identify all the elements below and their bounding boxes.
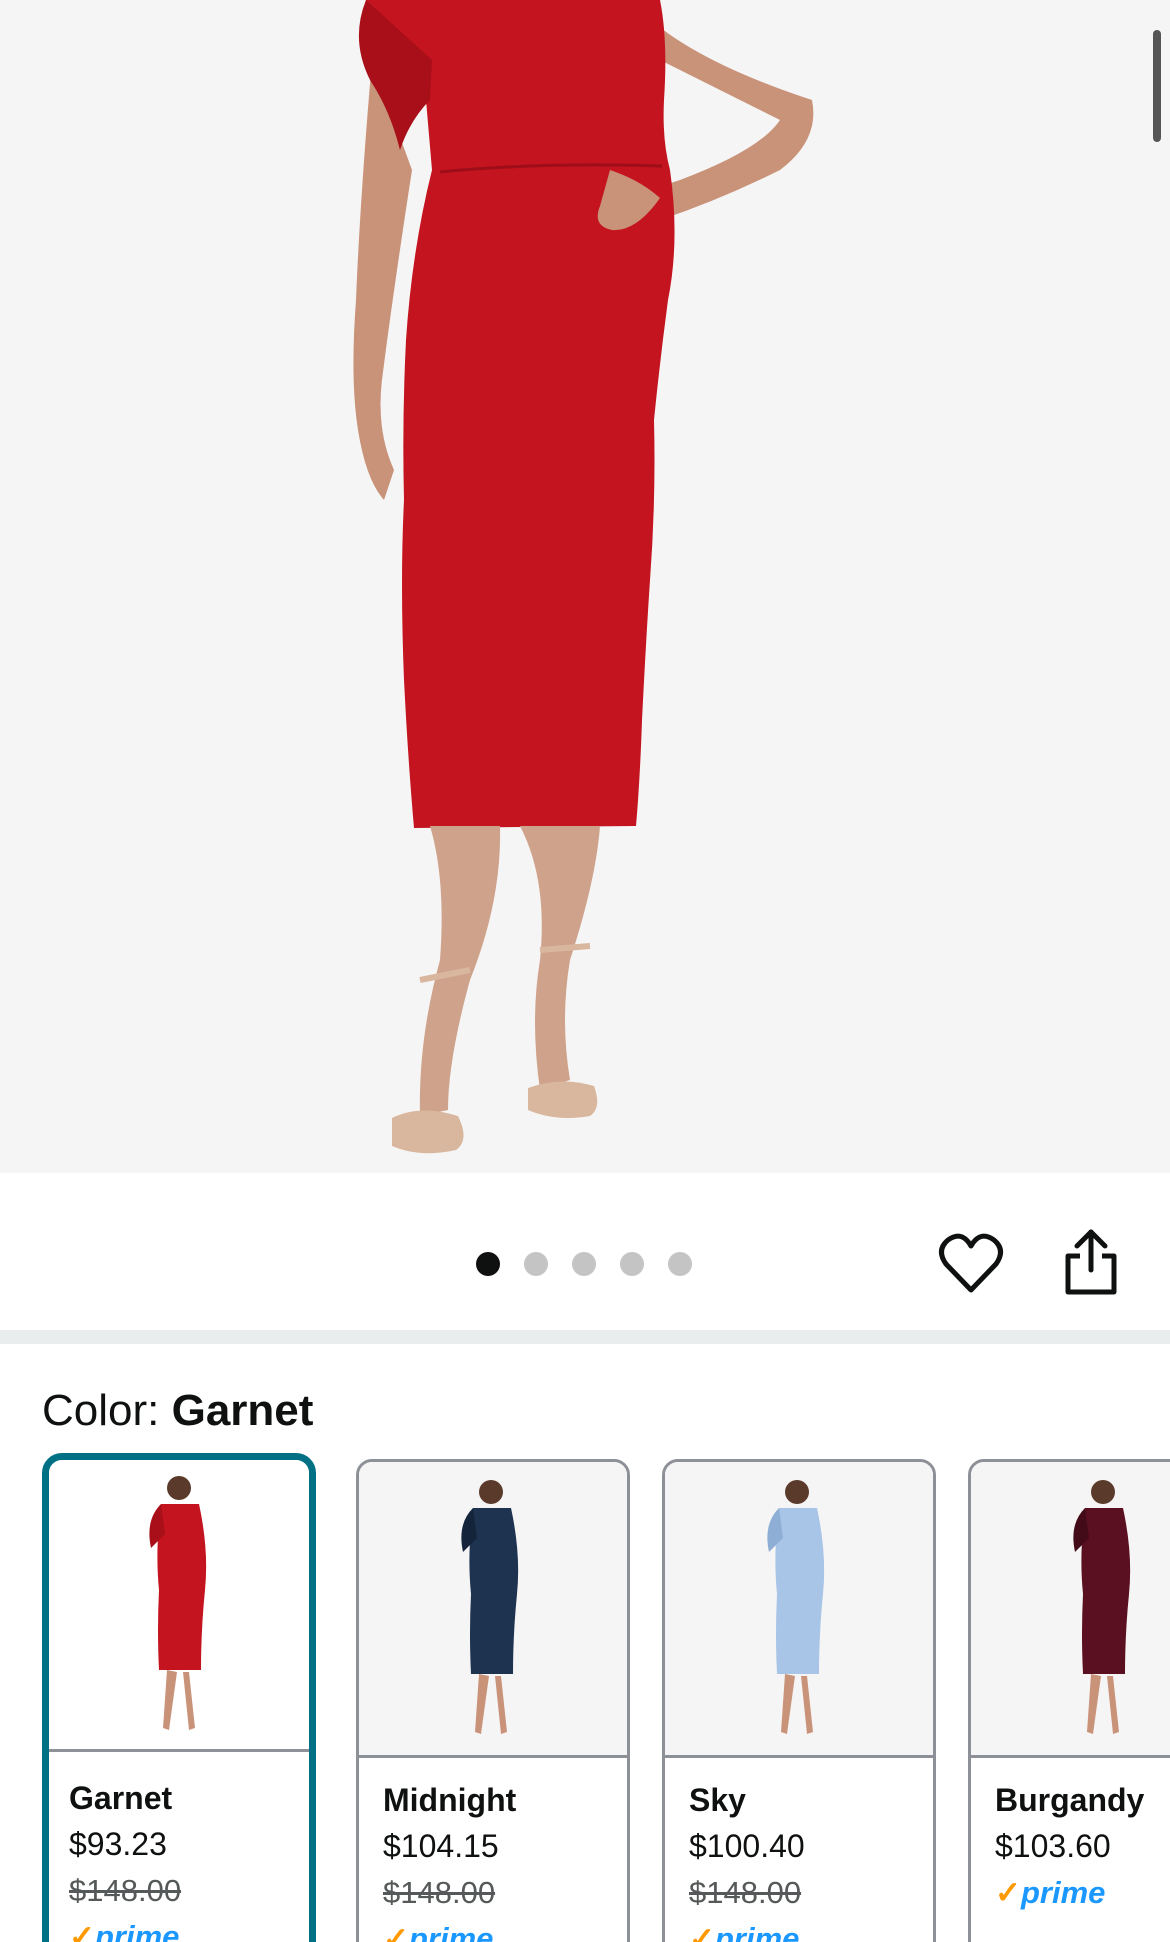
heart-outline-icon — [939, 1233, 1003, 1293]
share-button[interactable] — [1062, 1228, 1120, 1296]
carousel-dot-4[interactable] — [620, 1252, 644, 1276]
carousel-dot-5[interactable] — [668, 1252, 692, 1276]
carousel-dot-3[interactable] — [572, 1252, 596, 1276]
prime-check-icon: ✓ — [689, 1921, 715, 1942]
color-option-burgandy[interactable]: Burgandy $103.60 ✓prime — [968, 1459, 1170, 1942]
swatch-list-price: $148.00 — [689, 1875, 802, 1910]
favorite-button[interactable] — [938, 1232, 1004, 1296]
prime-badge: ✓prime — [69, 1914, 181, 1942]
prime-badge: ✓prime — [689, 1916, 805, 1942]
swatch-name: Garnet — [69, 1780, 173, 1816]
carousel-dots — [476, 1252, 692, 1276]
product-main-image[interactable] — [0, 0, 1170, 1173]
prime-check-icon: ✓ — [383, 1921, 409, 1942]
color-option-sky[interactable]: Sky $100.40 $148.00 ✓prime — [662, 1459, 936, 1942]
swatch-price: $104.15 — [383, 1828, 499, 1864]
red-dress-photo — [353, 0, 814, 1154]
swatch-image — [971, 1462, 1170, 1758]
prime-badge: ✓prime — [995, 1875, 1106, 1910]
color-option-garnet[interactable]: Garnet $93.23 $148.00 ✓prime — [42, 1453, 316, 1942]
swatch-price: $100.40 — [689, 1828, 805, 1864]
swatch-name: Sky — [689, 1782, 746, 1818]
prime-badge: ✓prime — [383, 1916, 516, 1942]
carousel-dot-1[interactable] — [476, 1252, 500, 1276]
swatch-list-price: $148.00 — [383, 1875, 496, 1910]
carousel-dot-2[interactable] — [524, 1252, 548, 1276]
selected-color-name: Garnet — [171, 1386, 314, 1435]
section-divider — [0, 1330, 1170, 1344]
swatch-image — [359, 1462, 627, 1758]
color-option-midnight[interactable]: Midnight $104.15 $148.00 ✓prime — [356, 1459, 630, 1942]
prime-check-icon: ✓ — [995, 1875, 1021, 1910]
share-icon — [1065, 1229, 1117, 1295]
color-label: Color: Garnet — [42, 1386, 313, 1436]
color-swatch-list: Garnet $93.23 $148.00 ✓prime Midnight $1… — [42, 1453, 1170, 1942]
swatch-image — [49, 1460, 309, 1752]
swatch-name: Burgandy — [995, 1782, 1145, 1818]
color-label-prefix: Color: — [42, 1386, 160, 1435]
swatch-price: $93.23 — [69, 1826, 167, 1862]
swatch-name: Midnight — [383, 1782, 517, 1818]
swatch-image — [665, 1462, 933, 1758]
prime-check-icon: ✓ — [69, 1919, 95, 1942]
swatch-price: $103.60 — [995, 1828, 1111, 1864]
scroll-indicator[interactable] — [1153, 30, 1161, 142]
swatch-list-price: $148.00 — [69, 1873, 182, 1908]
